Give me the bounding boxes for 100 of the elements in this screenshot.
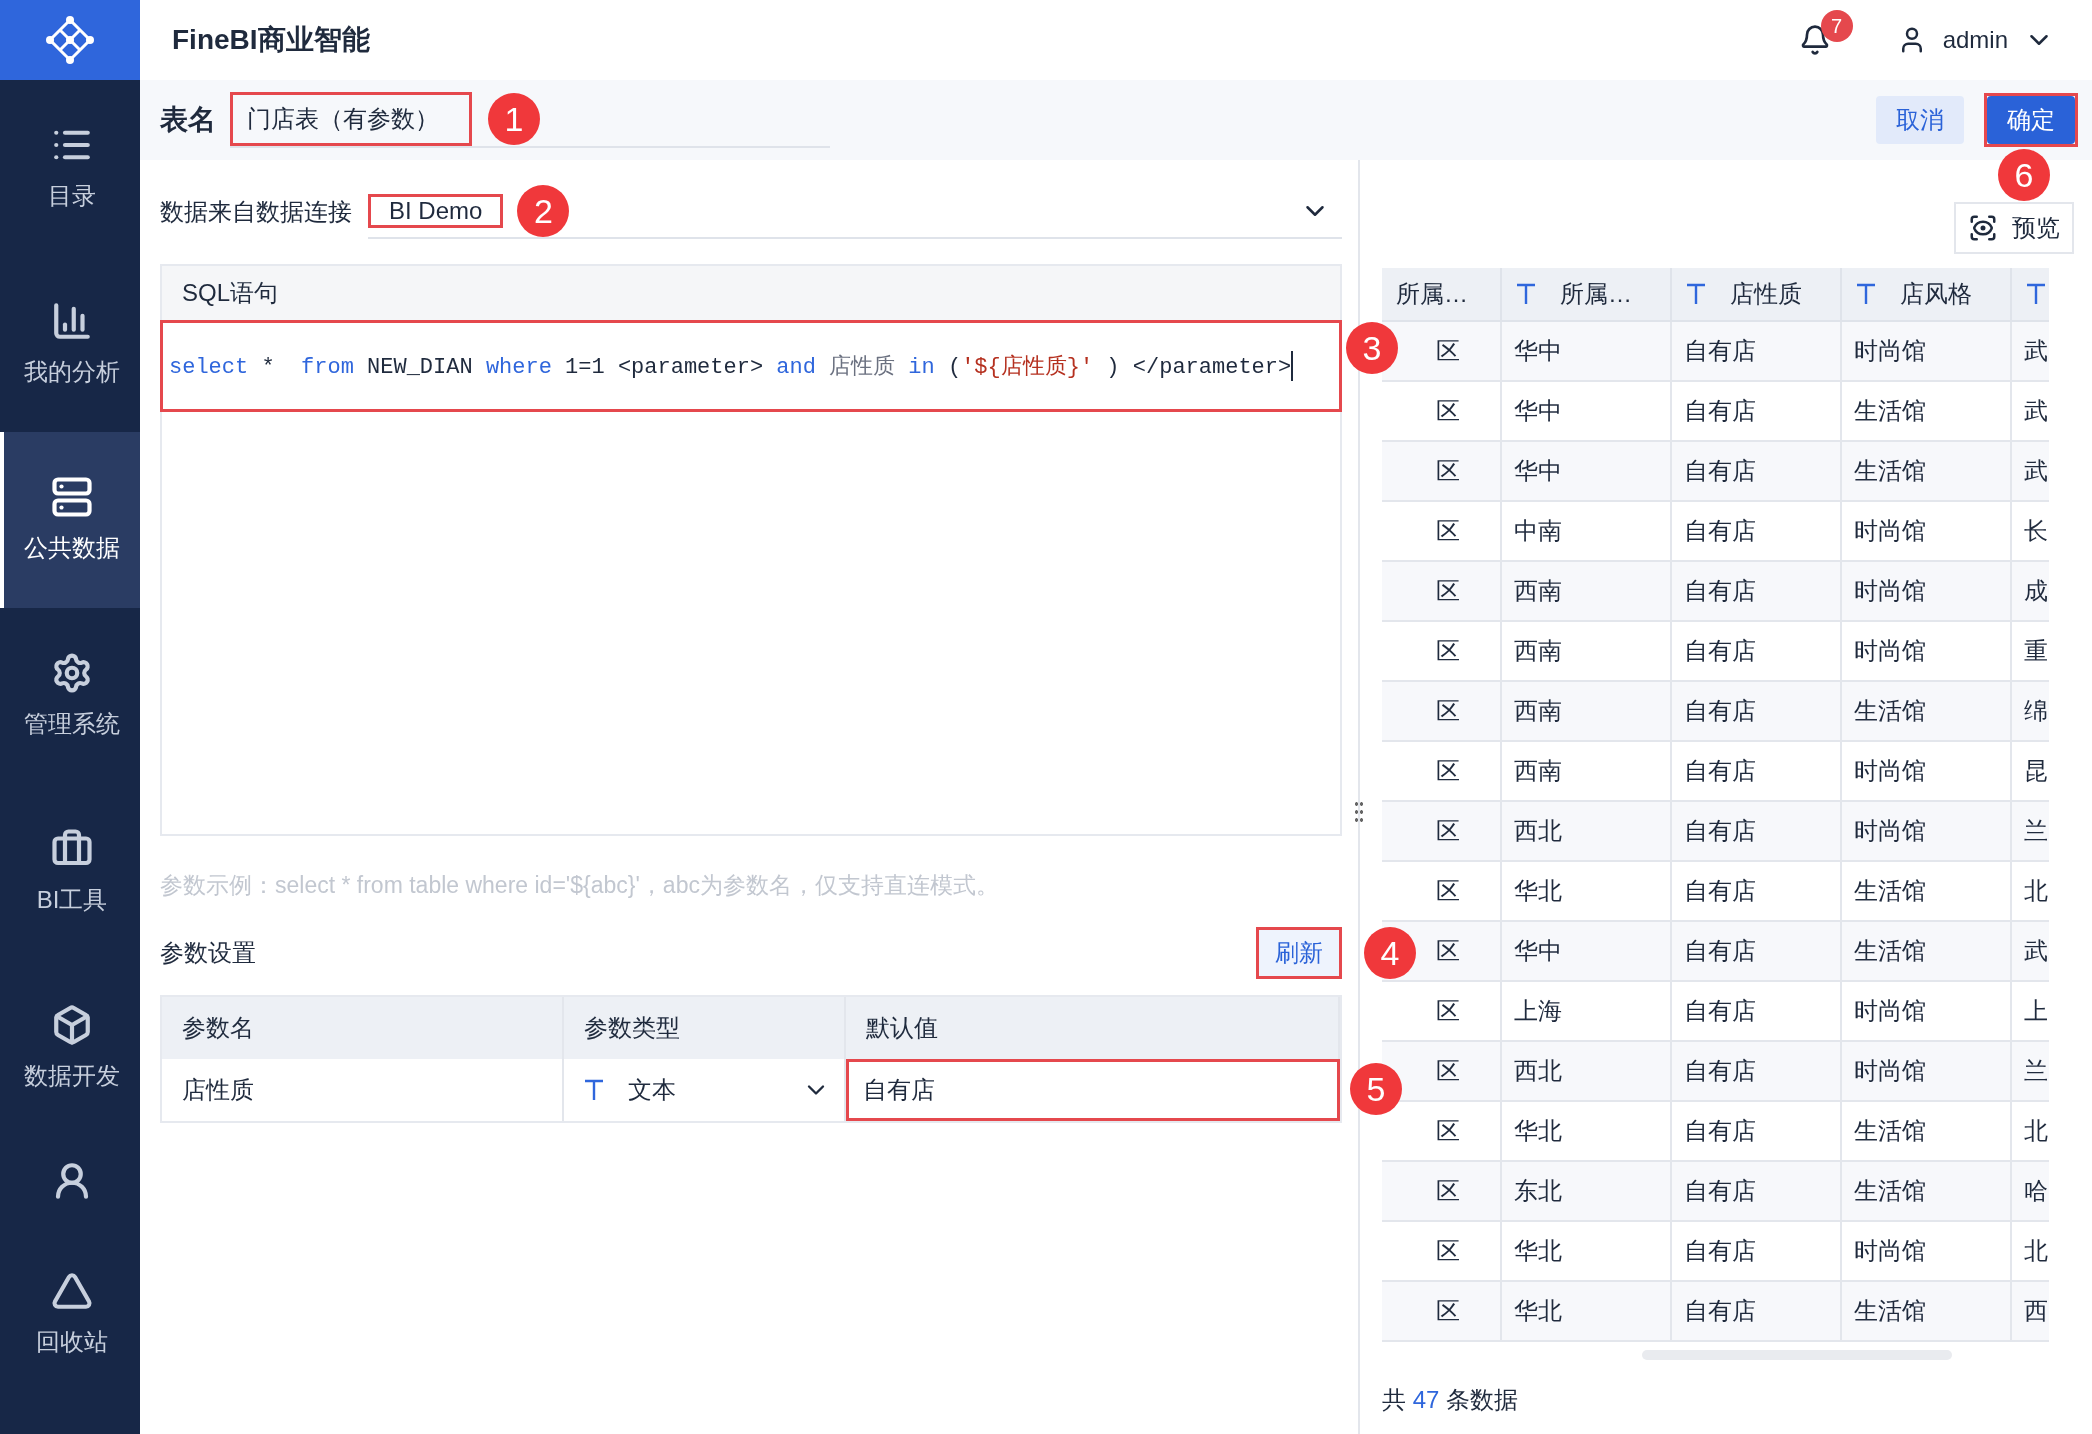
triangle-icon (51, 1270, 93, 1312)
table-cell: 自有店 (1672, 682, 1842, 742)
logo-block[interactable] (0, 0, 140, 80)
connection-select[interactable]: BI Demo (368, 194, 504, 228)
server-icon (51, 476, 93, 518)
table-cell: 自有店 (1672, 982, 1842, 1042)
column-header[interactable]: 所属… (1382, 268, 1502, 322)
table-cell: 绵 (2012, 682, 2049, 742)
table-cell: 华中 (1502, 382, 1672, 442)
table-cell: 自有店 (1672, 442, 1842, 502)
table-cell: 自有店 (1672, 1282, 1842, 1342)
table-cell: 兰 (2012, 1042, 2049, 1102)
sidebar-item[interactable]: 管理系统 (0, 608, 140, 784)
table-cell: 华北 (1502, 1102, 1672, 1162)
table-cell: 武 (2012, 322, 2049, 382)
table-cell: 区 (1382, 622, 1502, 682)
table-cell: 华中 (1502, 322, 1672, 382)
cube-icon (51, 1004, 93, 1046)
table-cell: 东北 (1502, 1162, 1672, 1222)
table-cell: 区 (1382, 802, 1502, 862)
table-cell: 西 (2012, 1282, 2049, 1342)
table-cell: 区 (1382, 1282, 1502, 1342)
table-cell: 时尚馆 (1842, 562, 2012, 622)
preview-button[interactable]: 预览 (1954, 202, 2074, 254)
table-cell: 时尚馆 (1842, 742, 2012, 802)
table-cell: 生活馆 (1842, 1282, 2012, 1342)
table-cell: 自有店 (1672, 862, 1842, 922)
table-cell: 时尚馆 (1842, 502, 2012, 562)
table-cell: 时尚馆 (1842, 982, 2012, 1042)
table-cell: 武 (2012, 922, 2049, 982)
table-cell: 自有店 (1672, 922, 1842, 982)
app-title: FineBI商业智能 (172, 23, 371, 57)
table-cell: 武 (2012, 442, 2049, 502)
row-count-text: 共 47 条数据 (1382, 1385, 1520, 1415)
table-cell: 时尚馆 (1842, 322, 2012, 382)
column-header[interactable]: 所属… (1502, 268, 1672, 322)
table-cell: 兰 (2012, 802, 2049, 862)
table-cell: 自有店 (1672, 742, 1842, 802)
gear-icon (51, 652, 93, 694)
sql-code-line[interactable]: select * from NEW_DIAN where 1=1 <parameter> and 店性质 in ('${店性质}' ) </parameter> (169, 351, 1294, 381)
table-cell: 自有店 (1672, 1102, 1842, 1162)
table-cell: 自有店 (1672, 1042, 1842, 1102)
table-cell: 华北 (1502, 862, 1672, 922)
table-cell: 自有店 (1672, 562, 1842, 622)
table-cell: 时尚馆 (1842, 622, 2012, 682)
confirm-button[interactable]: 确定 (1987, 96, 2075, 144)
sidebar-item[interactable]: 回收站 (0, 1226, 140, 1402)
sidebar-item[interactable]: 我的分析 (0, 256, 140, 432)
sidebar-item[interactable]: 目录 (0, 80, 140, 256)
table-name-field[interactable]: 门店表（有参数） (230, 92, 472, 146)
column-header: 默认值 (846, 997, 1340, 1059)
table-cell: 区 (1382, 502, 1502, 562)
table-cell: 西南 (1502, 562, 1672, 622)
sidebar-item[interactable]: 数据开发 (0, 960, 140, 1136)
user-menu[interactable]: admin (1890, 24, 2060, 56)
table-cell: 西南 (1502, 682, 1672, 742)
annotation-marker: 5 (1350, 1063, 1402, 1115)
column-header[interactable]: 店性质 (1672, 268, 1842, 322)
text-type-icon (1856, 283, 1876, 305)
table-cell: 自有店 (1672, 1222, 1842, 1282)
table-cell: 区 (1382, 1102, 1502, 1162)
text-type-icon (584, 1079, 604, 1101)
sidebar-item[interactable]: 公共数据 (0, 432, 140, 608)
table-cell: 成 (2012, 562, 2049, 622)
table-cell: 自有店 (1672, 802, 1842, 862)
table-cell: 时尚馆 (1842, 802, 2012, 862)
refresh-button[interactable]: 刷新 (1259, 930, 1339, 976)
eye-icon (1968, 213, 1998, 243)
cancel-button[interactable]: 取消 (1876, 96, 1964, 144)
text-type-icon (1686, 283, 1706, 305)
annotation-marker: 1 (488, 93, 540, 145)
table-cell: 西南 (1502, 742, 1672, 802)
hint-text: 参数示例：select * from table where id='${abc}'，abc为参数名，仅支持直连模式。 (160, 871, 1000, 900)
table-cell: 区 (1382, 442, 1502, 502)
table-cell: 区 (1382, 1162, 1502, 1222)
table-cell: 自有店 (1672, 322, 1842, 382)
table-cell: 华中 (1502, 922, 1672, 982)
table-cell: 区 (1382, 982, 1502, 1042)
table-cell: 自有店 (1672, 1162, 1842, 1222)
annotation-marker: 6 (1998, 149, 2050, 201)
column-header: 参数类型 (564, 997, 846, 1059)
table-cell: 生活馆 (1842, 862, 2012, 922)
connection-label: 数据来自数据连接 (160, 197, 352, 227)
table-cell: 自有店 (1672, 622, 1842, 682)
sidebar-item[interactable]: BI工具 (0, 784, 140, 960)
table-cell: 哈 (2012, 1162, 2049, 1222)
table-cell: 生活馆 (1842, 922, 2012, 982)
table-cell: 生活馆 (1842, 1102, 2012, 1162)
default-value-field[interactable]: 自有店 (846, 1059, 1340, 1121)
table-cell: 生活馆 (1842, 1162, 2012, 1222)
table-cell: 区 (1382, 562, 1502, 622)
table-cell: 区 (1382, 742, 1502, 802)
annotation-marker: 3 (1346, 322, 1398, 374)
column-header[interactable]: 店风格 (1842, 268, 2012, 322)
notification-badge: 7 (1820, 10, 1853, 42)
table-cell: 中南 (1502, 502, 1672, 562)
table-cell: 自有店 (1672, 382, 1842, 442)
table-cell: 生活馆 (1842, 682, 2012, 742)
section-title: 参数设置 (160, 938, 256, 968)
table-cell: 生活馆 (1842, 442, 2012, 502)
